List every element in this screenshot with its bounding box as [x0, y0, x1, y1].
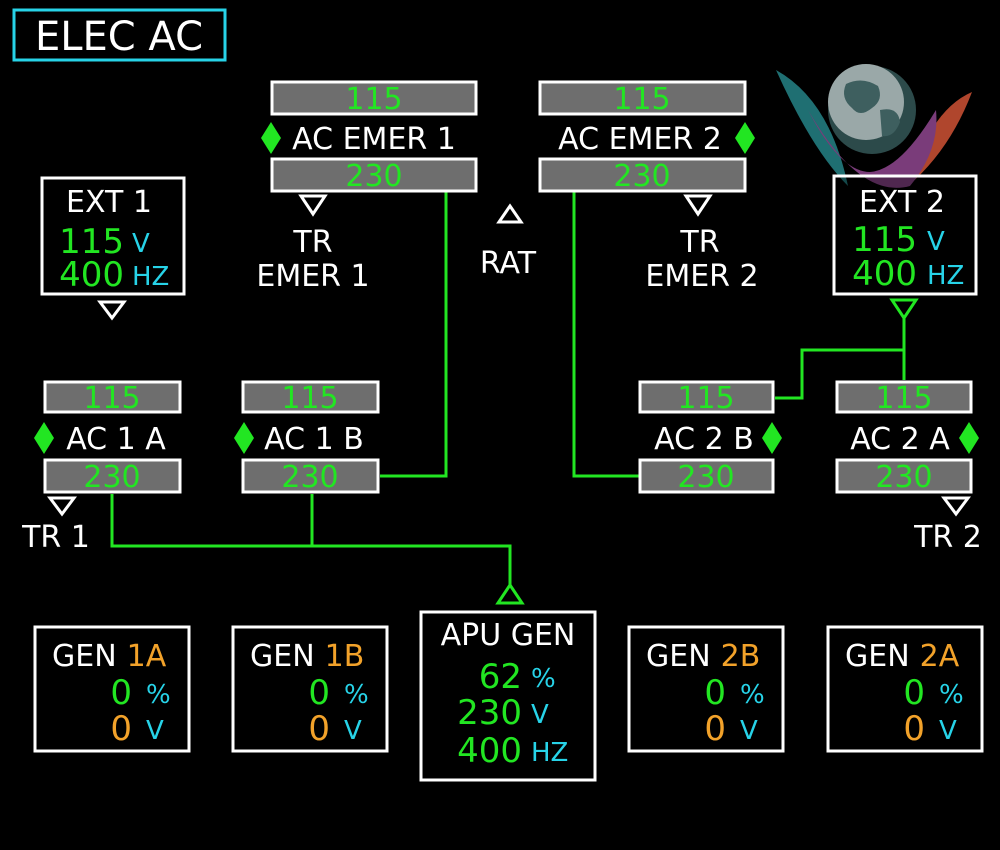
- bus-ac-2a-label: AC 2 A: [850, 422, 950, 457]
- bus-ac-emer-2-bottom-value: 230: [613, 159, 670, 194]
- apu-gen-panel: APU GEN 62 % 230 V 400 HZ: [419, 582, 597, 782]
- apu-gen-freq-unit: HZ: [531, 738, 568, 768]
- gen-2a-load-value: 0: [903, 673, 925, 713]
- apu-gen-volts-value: 230: [457, 693, 522, 733]
- globe-logo-icon: [776, 64, 972, 188]
- bus-ac-emer-1: 115 AC EMER 1 230: [261, 80, 478, 194]
- ext-2-freq-unit: HZ: [927, 261, 964, 291]
- gen-1b-panel: GEN 1B 0 % 0 V: [231, 625, 389, 753]
- bus-ac-emer-1-label: AC EMER 1: [292, 122, 456, 157]
- elec-ac-synoptic: ELEC AC 115 AC EMER 1 230 115 AC EMER 2 …: [12, 8, 984, 782]
- gen-2a-label: GEN 2A: [845, 639, 960, 674]
- rat-label: RAT: [480, 246, 537, 281]
- tr-emer-2-label-line1: TR: [679, 225, 719, 260]
- ext-2-volts-unit: V: [927, 227, 945, 257]
- tr-emer-1-group: TR EMER 1: [256, 194, 370, 294]
- gen-1a-volts-value: 0: [110, 709, 132, 749]
- triangle-down-icon: [683, 194, 713, 217]
- gen-2a-volts-unit: V: [939, 716, 957, 746]
- ext-1-freq-value: 400: [59, 255, 124, 295]
- bus-ac-1b: 115 AC 1 B 230: [234, 380, 380, 495]
- bus-ac-2a-bottom-value: 230: [875, 460, 932, 495]
- gen-2b-load-value: 0: [704, 673, 726, 713]
- apu-gen-load-value: 62: [479, 657, 522, 697]
- tr-emer-2-group: TR EMER 2: [645, 194, 759, 294]
- bus-ac-2b-top-value: 115: [677, 381, 734, 416]
- tr-emer-1-label-line1: TR: [292, 225, 332, 260]
- green-diamond-icon: [762, 422, 782, 454]
- bus-ac-1b-bottom-value: 230: [281, 460, 338, 495]
- gen-1b-volts-unit: V: [344, 716, 362, 746]
- gen-1a-volts-unit: V: [146, 716, 164, 746]
- green-diamond-icon: [234, 422, 254, 454]
- triangle-down-icon: [298, 194, 328, 217]
- gen-2b-volts-unit: V: [740, 716, 758, 746]
- triangle-down-icon: [97, 300, 127, 321]
- gen-1a-label: GEN 1A: [52, 639, 167, 674]
- bus-ac-1b-label: AC 1 B: [264, 422, 364, 457]
- bus-ac-2b: 115 AC 2 B 230: [638, 380, 782, 495]
- tr-emer-2-label-line2: EMER 2: [645, 259, 758, 294]
- gen-1b-volts-value: 0: [308, 709, 330, 749]
- green-diamond-icon: [959, 422, 979, 454]
- bus-ac-1a-top-value: 115: [83, 381, 140, 416]
- green-diamond-icon: [735, 122, 755, 154]
- bus-ac-1a: 115 AC 1 A 230 TR 1: [21, 380, 182, 555]
- bus-ac-emer-1-bottom-value: 230: [345, 159, 402, 194]
- green-diamond-icon: [34, 422, 54, 454]
- page-title-group: ELEC AC: [12, 8, 227, 62]
- gen-2a-panel: GEN 2A 0 % 0 V: [826, 625, 984, 753]
- apu-gen-volts-unit: V: [531, 700, 549, 730]
- gen-1a-load-unit: %: [146, 680, 171, 710]
- gen-2b-label: GEN 2B: [646, 639, 760, 674]
- ext-2-panel: EXT 2 115 V 400 HZ: [832, 174, 978, 321]
- ext-2-label: EXT 2: [859, 185, 945, 220]
- gen-2b-panel: GEN 2B 0 % 0 V: [627, 625, 785, 753]
- gen-2a-load-unit: %: [939, 680, 964, 710]
- green-triangle-down-icon: [889, 298, 919, 321]
- bus-ac-2a: 115 AC 2 A 230 TR 2: [835, 380, 982, 555]
- bus-ac-1a-label: AC 1 A: [66, 422, 166, 457]
- bus-ac-emer-2: 115 AC EMER 2 230: [538, 80, 755, 194]
- tr-1-label: TR 1: [21, 520, 90, 555]
- wire-emer2-to-ac2b: [572, 192, 640, 478]
- gen-2a-volts-value: 0: [903, 709, 925, 749]
- page-title: ELEC AC: [35, 14, 203, 60]
- bus-ac-2b-label: AC 2 B: [654, 422, 754, 457]
- apu-gen-label: APU GEN: [441, 618, 576, 653]
- gen-2b-volts-value: 0: [704, 709, 726, 749]
- gen-1b-load-unit: %: [344, 680, 369, 710]
- gen-1a-load-value: 0: [110, 673, 132, 713]
- apu-gen-freq-value: 400: [457, 731, 522, 771]
- tr-2-label: TR 2: [913, 520, 982, 555]
- gen-1b-load-value: 0: [308, 673, 330, 713]
- apu-gen-load-unit: %: [531, 664, 556, 694]
- ext-1-freq-unit: HZ: [132, 262, 169, 292]
- ext-1-label: EXT 1: [66, 185, 152, 220]
- wire-emer1-to-ac1b: [380, 192, 448, 478]
- triangle-up-icon: [496, 203, 524, 224]
- triangle-down-icon: [941, 496, 971, 517]
- rat-group: RAT: [480, 203, 537, 281]
- bus-ac-2a-top-value: 115: [875, 381, 932, 416]
- bus-ac-1b-top-value: 115: [281, 381, 338, 416]
- bus-ac-emer-2-label: AC EMER 2: [558, 122, 722, 157]
- green-diamond-icon: [261, 122, 281, 154]
- triangle-down-icon: [47, 496, 77, 517]
- ext-2-freq-value: 400: [852, 254, 917, 294]
- gen-1b-label: GEN 1B: [250, 639, 364, 674]
- gen-1a-panel: GEN 1A 0 % 0 V: [33, 625, 191, 753]
- tr-emer-1-label-line2: EMER 1: [256, 259, 369, 294]
- ext-1-volts-unit: V: [132, 229, 150, 259]
- bus-ac-emer-1-top-value: 115: [345, 82, 402, 117]
- green-triangle-up-icon: [495, 582, 525, 605]
- gen-2b-load-unit: %: [740, 680, 765, 710]
- bus-ac-1a-bottom-value: 230: [83, 460, 140, 495]
- ext-1-panel: EXT 1 115 V 400 HZ: [40, 176, 186, 321]
- bus-ac-emer-2-top-value: 115: [613, 82, 670, 117]
- bus-ac-2b-bottom-value: 230: [677, 460, 734, 495]
